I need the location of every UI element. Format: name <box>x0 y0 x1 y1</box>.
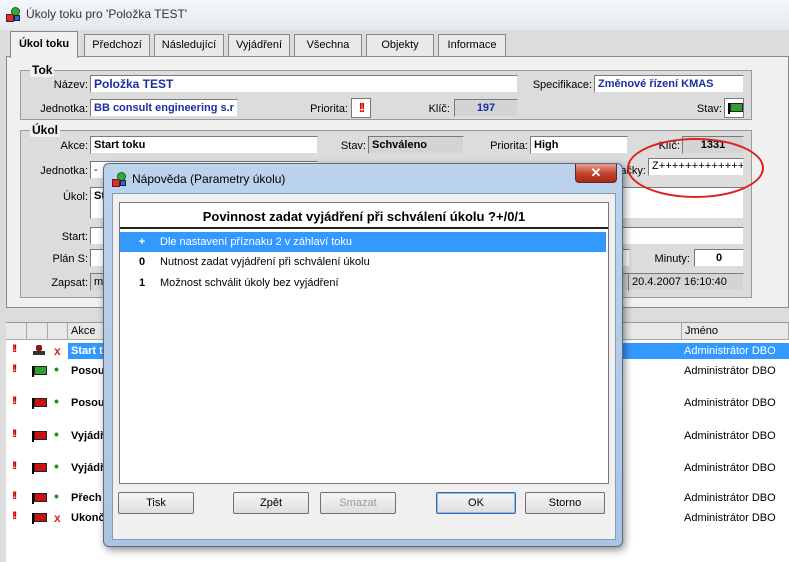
option-text: Dle nastavení příznaku 2 v záhlaví toku <box>160 236 352 248</box>
dialog-close-button[interactable]: ✕ <box>575 164 617 183</box>
grid-head-mark <box>48 323 68 340</box>
tok-jednotka-field[interactable]: BB consult engineering s.r <box>90 99 238 117</box>
priority-icon: !! <box>12 510 18 522</box>
tab-nasledujici[interactable]: Následující <box>154 34 224 56</box>
stamp-icon <box>32 345 46 359</box>
red-flag-icon <box>32 462 47 474</box>
cross-icon: x <box>54 344 61 358</box>
priority-icon: !! <box>12 460 18 472</box>
ukol-stav-field: Schváleno <box>368 136 464 154</box>
option-one[interactable]: 1 Možnost schválit úkoly bez vyjádření <box>120 273 606 293</box>
ukol-ukol-label: Úkol: <box>62 191 88 203</box>
ukol-zapsat-label: Zapsat: <box>51 277 88 289</box>
tab-vsechna[interactable]: Všechna <box>294 34 362 56</box>
option-key: + <box>138 236 146 248</box>
tok-priorita-label: Priorita: <box>310 103 348 115</box>
tisk-button[interactable]: Tisk <box>118 492 194 514</box>
tok-jednotka-label: Jednotka: <box>40 103 88 115</box>
ukol-start-label: Start: <box>61 231 88 243</box>
close-icon: ✕ <box>590 165 602 180</box>
options-list: Povinnost zadat vyjádření při schválení … <box>119 202 609 484</box>
row-jmeno: Administrátor DBO <box>682 343 789 359</box>
tok-stav-label: Stav: <box>696 103 722 115</box>
window-title: Úkoly toku pro 'Položka TEST' <box>26 7 188 21</box>
tab-predchozi[interactable]: Předchozí <box>84 34 150 56</box>
row-jmeno: Administrátor DBO <box>684 430 776 442</box>
window-title-bar: Úkoly toku pro 'Položka TEST' <box>0 0 789 30</box>
dot-icon: • <box>54 361 59 377</box>
dot-icon: • <box>54 488 59 504</box>
row-jmeno: Administrátor DBO <box>684 365 776 377</box>
zpet-button[interactable]: Zpět <box>233 492 309 514</box>
dot-icon: • <box>54 426 59 442</box>
tok-priorita-icon: !! <box>351 98 371 118</box>
priority-icon: !! <box>12 343 18 355</box>
row-jmeno: Administrátor DBO <box>684 462 776 474</box>
tab-ukol-toku[interactable]: Úkol toku <box>10 31 78 58</box>
red-flag-icon <box>32 430 47 442</box>
ukol-minuty-field[interactable]: 0 <box>694 249 744 267</box>
tok-specifikace-label: Specifikace: <box>532 79 592 91</box>
priority-icon: !! <box>12 428 18 440</box>
ukol-stav-label: Stav: <box>340 140 366 152</box>
ukol-akce-label: Akce: <box>60 140 88 152</box>
tok-klic-field: 197 <box>454 99 518 117</box>
ukol-jednotka-label: Jednotka: <box>40 165 88 177</box>
priority-icon: !! <box>12 490 18 502</box>
ukol-minuty-label: Minuty: <box>654 253 690 265</box>
app-icon <box>6 7 21 22</box>
option-text: Nutnost zadat vyjádření při schválení úk… <box>160 256 370 268</box>
grid-head-prio <box>6 323 27 340</box>
red-flag-icon <box>32 512 47 524</box>
option-key: 1 <box>138 277 146 289</box>
dialog-body: Povinnost zadat vyjádření při schválení … <box>112 193 616 540</box>
help-dialog: Nápověda (Parametry úkolu) ✕ Povinnost z… <box>103 163 623 547</box>
green-flag-icon <box>32 365 47 377</box>
red-flag-icon <box>32 397 47 409</box>
tab-informace[interactable]: Informace <box>438 34 506 56</box>
option-text: Možnost schválit úkoly bez vyjádření <box>160 277 339 289</box>
row-jmeno: Administrátor DBO <box>684 512 776 524</box>
dialog-app-icon <box>112 172 127 187</box>
tok-group-title: Tok <box>30 63 55 77</box>
dialog-title: Nápověda (Parametry úkolu) <box>132 172 286 186</box>
ukol-priorita-label: Priorita: <box>490 140 528 152</box>
red-flag-icon <box>32 492 47 504</box>
tok-specifikace-field[interactable]: Změnové řízení KMAS <box>594 75 744 93</box>
tab-vyjadreni[interactable]: Vyjádření <box>228 34 290 56</box>
dot-icon: • <box>54 393 59 409</box>
storno-button[interactable]: Storno <box>525 492 605 514</box>
ukol-akce-field[interactable]: Start toku <box>90 136 318 154</box>
annotation-ellipse <box>627 138 764 198</box>
smazat-button[interactable]: Smazat <box>320 492 396 514</box>
row-jmeno: Administrátor DBO <box>684 397 776 409</box>
tok-klic-label: Klíč: <box>428 103 450 115</box>
tok-nazev-field[interactable]: Položka TEST <box>90 75 518 93</box>
ok-button[interactable]: OK <box>436 492 516 514</box>
ukol-plan-label: Plán S: <box>52 253 88 265</box>
priority-icon: !! <box>12 395 18 407</box>
ukol-group-title: Úkol <box>30 123 61 137</box>
options-heading: Povinnost zadat vyjádření při schválení … <box>120 203 608 229</box>
option-key: 0 <box>138 256 146 268</box>
tab-objekty[interactable]: Objekty <box>366 34 434 56</box>
option-zero[interactable]: 0 Nutnost zadat vyjádření při schválení … <box>120 252 606 272</box>
priority-icon: !! <box>12 363 18 375</box>
tok-stav-flag-icon <box>724 98 744 118</box>
option-plus[interactable]: + Dle nastavení příznaku 2 v záhlaví tok… <box>120 232 606 252</box>
grid-head-jmeno[interactable]: Jméno <box>682 323 789 340</box>
row-jmeno: Administrátor DBO <box>684 492 776 504</box>
tok-nazev-label: Název: <box>53 79 88 91</box>
cross-icon: x <box>54 511 61 525</box>
dot-icon: • <box>54 458 59 474</box>
grid-head-icon <box>27 323 48 340</box>
ukol-zapsat-date: 20.4.2007 16:10:40 <box>628 273 744 291</box>
ukol-priorita-field[interactable]: High <box>530 136 628 154</box>
